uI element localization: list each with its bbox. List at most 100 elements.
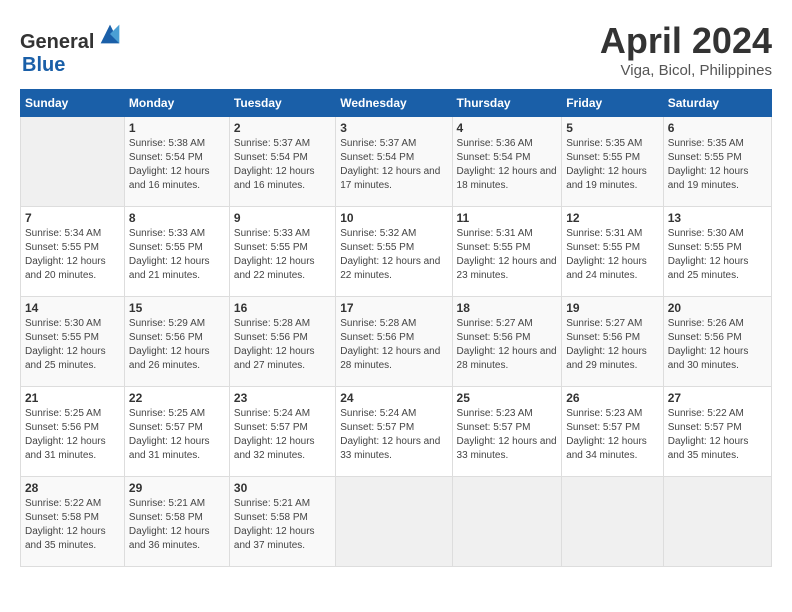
day-cell: 8 Sunrise: 5:33 AMSunset: 5:55 PMDaylight… xyxy=(124,207,229,297)
day-header-sunday: Sunday xyxy=(21,90,125,117)
day-header-friday: Friday xyxy=(562,90,664,117)
day-info: Sunrise: 5:22 AMSunset: 5:57 PMDaylight:… xyxy=(668,407,767,463)
day-header-wednesday: Wednesday xyxy=(336,90,452,117)
day-header-thursday: Thursday xyxy=(452,90,562,117)
day-number: 28 xyxy=(25,481,120,495)
day-info: Sunrise: 5:34 AMSunset: 5:55 PMDaylight:… xyxy=(25,227,120,283)
day-number: 23 xyxy=(234,391,331,405)
day-number: 6 xyxy=(668,121,767,135)
day-cell xyxy=(452,477,562,567)
day-number: 17 xyxy=(340,301,447,315)
day-number: 3 xyxy=(340,121,447,135)
day-info: Sunrise: 5:32 AMSunset: 5:55 PMDaylight:… xyxy=(340,227,447,283)
day-number: 22 xyxy=(129,391,225,405)
day-number: 18 xyxy=(457,301,558,315)
day-number: 15 xyxy=(129,301,225,315)
day-cell: 2 Sunrise: 5:37 AMSunset: 5:54 PMDaylight… xyxy=(229,117,335,207)
logo-text: General Blue xyxy=(20,20,124,77)
day-info: Sunrise: 5:37 AMSunset: 5:54 PMDaylight:… xyxy=(340,137,447,193)
day-info: Sunrise: 5:35 AMSunset: 5:55 PMDaylight:… xyxy=(566,137,659,193)
day-cell xyxy=(562,477,664,567)
day-header-saturday: Saturday xyxy=(663,90,771,117)
day-cell: 14 Sunrise: 5:30 AMSunset: 5:55 PMDayligh… xyxy=(21,297,125,387)
day-info: Sunrise: 5:21 AMSunset: 5:58 PMDaylight:… xyxy=(234,497,331,553)
day-info: Sunrise: 5:33 AMSunset: 5:55 PMDaylight:… xyxy=(234,227,331,283)
day-cell: 18Sunrise: 5:27 AMSunset: 5:56 PMDayligh… xyxy=(452,297,562,387)
day-info: Sunrise: 5:23 AMSunset: 5:57 PMDaylight:… xyxy=(457,407,558,463)
day-cell: 16 Sunrise: 5:28 AMSunset: 5:56 PMDayligh… xyxy=(229,297,335,387)
day-cell: 22Sunrise: 5:25 AMSunset: 5:57 PMDayligh… xyxy=(124,387,229,477)
day-number: 27 xyxy=(668,391,767,405)
day-cell xyxy=(21,117,125,207)
day-header-tuesday: Tuesday xyxy=(229,90,335,117)
day-info: Sunrise: 5:38 AMSunset: 5:54 PMDaylight:… xyxy=(129,137,225,193)
day-number: 29 xyxy=(129,481,225,495)
day-number: 30 xyxy=(234,481,331,495)
header-row: SundayMondayTuesdayWednesdayThursdayFrid… xyxy=(21,90,772,117)
logo-icon xyxy=(96,20,124,48)
day-number: 16 xyxy=(234,301,331,315)
day-number: 21 xyxy=(25,391,120,405)
title-block: April 2024 Viga, Bicol, Philippines xyxy=(600,20,772,79)
day-number: 2 xyxy=(234,121,331,135)
day-info: Sunrise: 5:37 AMSunset: 5:54 PMDaylight:… xyxy=(234,137,331,193)
day-cell: 10 Sunrise: 5:32 AMSunset: 5:55 PMDayligh… xyxy=(336,207,452,297)
day-header-monday: Monday xyxy=(124,90,229,117)
day-info: Sunrise: 5:27 AMSunset: 5:56 PMDaylight:… xyxy=(566,317,659,373)
day-cell: 12 Sunrise: 5:31 AMSunset: 5:55 PMDayligh… xyxy=(562,207,664,297)
day-info: Sunrise: 5:24 AMSunset: 5:57 PMDaylight:… xyxy=(234,407,331,463)
page-header: General Blue April 2024 Viga, Bicol, Phi… xyxy=(20,20,772,79)
day-info: Sunrise: 5:28 AMSunset: 5:56 PMDaylight:… xyxy=(234,317,331,373)
day-info: Sunrise: 5:28 AMSunset: 5:56 PMDaylight:… xyxy=(340,317,447,373)
day-info: Sunrise: 5:30 AMSunset: 5:55 PMDaylight:… xyxy=(25,317,120,373)
day-info: Sunrise: 5:31 AMSunset: 5:55 PMDaylight:… xyxy=(457,227,558,283)
location: Viga, Bicol, Philippines xyxy=(600,62,772,79)
day-number: 4 xyxy=(457,121,558,135)
logo-general: General xyxy=(20,31,94,53)
day-number: 7 xyxy=(25,211,120,225)
week-row-3: 14 Sunrise: 5:30 AMSunset: 5:55 PMDayligh… xyxy=(21,297,772,387)
day-cell: 5 Sunrise: 5:35 AMSunset: 5:55 PMDaylight… xyxy=(562,117,664,207)
week-row-4: 21 Sunrise: 5:25 AMSunset: 5:56 PMDayligh… xyxy=(21,387,772,477)
day-cell: 26Sunrise: 5:23 AMSunset: 5:57 PMDayligh… xyxy=(562,387,664,477)
day-cell: 21 Sunrise: 5:25 AMSunset: 5:56 PMDayligh… xyxy=(21,387,125,477)
logo: General Blue xyxy=(20,20,124,77)
day-info: Sunrise: 5:31 AMSunset: 5:55 PMDaylight:… xyxy=(566,227,659,283)
day-cell: 27 Sunrise: 5:22 AMSunset: 5:57 PMDayligh… xyxy=(663,387,771,477)
week-row-2: 7 Sunrise: 5:34 AMSunset: 5:55 PMDaylight… xyxy=(21,207,772,297)
day-cell xyxy=(336,477,452,567)
day-number: 9 xyxy=(234,211,331,225)
day-cell: 23 Sunrise: 5:24 AMSunset: 5:57 PMDayligh… xyxy=(229,387,335,477)
day-cell: 30 Sunrise: 5:21 AMSunset: 5:58 PMDayligh… xyxy=(229,477,335,567)
day-info: Sunrise: 5:26 AMSunset: 5:56 PMDaylight:… xyxy=(668,317,767,373)
day-cell: 29 Sunrise: 5:21 AMSunset: 5:58 PMDayligh… xyxy=(124,477,229,567)
day-cell: 3 Sunrise: 5:37 AMSunset: 5:54 PMDaylight… xyxy=(336,117,452,207)
day-number: 5 xyxy=(566,121,659,135)
day-cell: 17 Sunrise: 5:28 AMSunset: 5:56 PMDayligh… xyxy=(336,297,452,387)
day-info: Sunrise: 5:35 AMSunset: 5:55 PMDaylight:… xyxy=(668,137,767,193)
day-cell: 6 Sunrise: 5:35 AMSunset: 5:55 PMDaylight… xyxy=(663,117,771,207)
day-cell: 15Sunrise: 5:29 AMSunset: 5:56 PMDayligh… xyxy=(124,297,229,387)
day-number: 24 xyxy=(340,391,447,405)
day-cell: 9 Sunrise: 5:33 AMSunset: 5:55 PMDaylight… xyxy=(229,207,335,297)
day-number: 10 xyxy=(340,211,447,225)
day-number: 13 xyxy=(668,211,767,225)
day-info: Sunrise: 5:21 AMSunset: 5:58 PMDaylight:… xyxy=(129,497,225,553)
day-number: 19 xyxy=(566,301,659,315)
day-info: Sunrise: 5:24 AMSunset: 5:57 PMDaylight:… xyxy=(340,407,447,463)
day-cell: 20 Sunrise: 5:26 AMSunset: 5:56 PMDayligh… xyxy=(663,297,771,387)
day-info: Sunrise: 5:33 AMSunset: 5:55 PMDaylight:… xyxy=(129,227,225,283)
day-cell: 7 Sunrise: 5:34 AMSunset: 5:55 PMDaylight… xyxy=(21,207,125,297)
day-info: Sunrise: 5:22 AMSunset: 5:58 PMDaylight:… xyxy=(25,497,120,553)
day-number: 11 xyxy=(457,211,558,225)
day-number: 14 xyxy=(25,301,120,315)
week-row-1: 1Sunrise: 5:38 AMSunset: 5:54 PMDaylight… xyxy=(21,117,772,207)
day-number: 26 xyxy=(566,391,659,405)
day-number: 20 xyxy=(668,301,767,315)
day-number: 12 xyxy=(566,211,659,225)
day-cell: 1Sunrise: 5:38 AMSunset: 5:54 PMDaylight… xyxy=(124,117,229,207)
day-cell xyxy=(663,477,771,567)
day-info: Sunrise: 5:25 AMSunset: 5:56 PMDaylight:… xyxy=(25,407,120,463)
day-info: Sunrise: 5:36 AMSunset: 5:54 PMDaylight:… xyxy=(457,137,558,193)
day-number: 8 xyxy=(129,211,225,225)
